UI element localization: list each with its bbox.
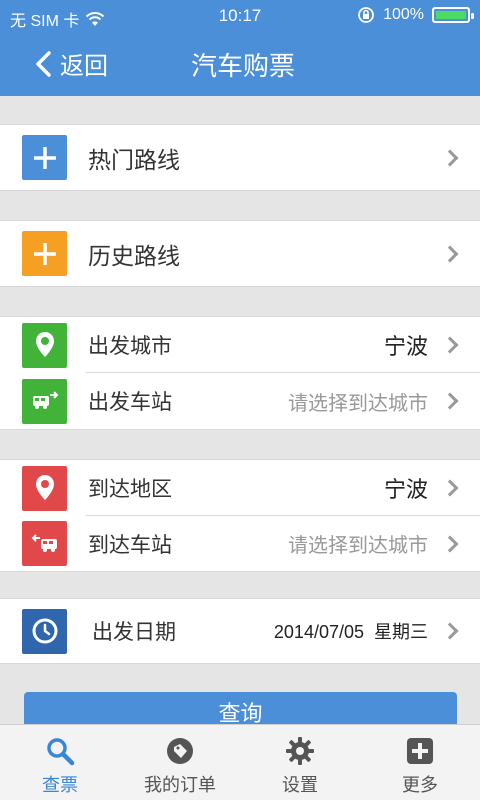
tab-label: 更多 xyxy=(402,775,438,795)
status-right: 100% xyxy=(357,6,474,24)
arrive-station-value: 请选择到达城市 xyxy=(288,535,428,557)
arrive-station-label: 到达车站 xyxy=(88,533,172,557)
back-label: 返回 xyxy=(60,53,108,80)
chevron-right-icon xyxy=(441,535,459,552)
location-pin-icon xyxy=(22,322,67,368)
tab-label: 我的订单 xyxy=(144,775,216,795)
depart-station-label: 出发车站 xyxy=(88,391,172,414)
gear-icon xyxy=(284,735,316,767)
tab-search-tickets[interactable]: 查票 xyxy=(0,725,120,800)
bus-depart-icon xyxy=(22,378,67,424)
tag-icon xyxy=(164,735,196,767)
tab-bar: 查票 我的订单 设置 更多 xyxy=(0,724,480,800)
depart-date-row[interactable]: 出发日期 2014/07/05 星期三 xyxy=(0,598,480,664)
rotation-lock-icon xyxy=(358,7,374,23)
chevron-right-icon xyxy=(441,622,459,640)
history-routes-row[interactable]: 历史路线 xyxy=(0,220,480,287)
plus-square-icon xyxy=(404,735,436,767)
depart-city-label: 出发城市 xyxy=(88,335,172,358)
clock-icon xyxy=(22,608,67,654)
bus-arrive-icon xyxy=(22,521,67,566)
chevron-left-icon xyxy=(36,50,51,77)
chevron-right-icon xyxy=(441,336,459,354)
location-pin-icon xyxy=(22,465,67,511)
hot-routes-row[interactable]: 热门路线 xyxy=(0,124,480,191)
tab-more[interactable]: 更多 xyxy=(360,725,480,800)
arrive-station-row[interactable]: 到达车站 请选择到达城市 xyxy=(0,516,480,572)
depart-station-value: 请选择到达城市 xyxy=(288,392,428,415)
query-button-label: 查询 xyxy=(218,701,263,726)
nav-bar: 汽车购票 返回 xyxy=(0,32,480,96)
tab-label: 设置 xyxy=(282,775,318,795)
tab-settings[interactable]: 设置 xyxy=(240,725,360,800)
plus-icon xyxy=(22,231,67,276)
battery-percent: 100% xyxy=(383,6,424,23)
arrive-region-row[interactable]: 到达地区 宁波 xyxy=(0,459,480,516)
history-routes-label: 历史路线 xyxy=(88,242,180,269)
status-bar: 无 SIM 卡 10:17 100% xyxy=(0,0,480,32)
search-icon xyxy=(44,735,76,767)
depart-station-row[interactable]: 出发车站 请选择到达城市 xyxy=(0,373,480,430)
battery-icon xyxy=(432,7,474,23)
header: 无 SIM 卡 10:17 100% 汽车购票 返回 xyxy=(0,0,480,96)
tab-label: 查票 xyxy=(42,775,78,795)
tab-my-orders[interactable]: 我的订单 xyxy=(120,725,240,800)
chevron-right-icon xyxy=(441,479,459,497)
chevron-right-icon xyxy=(441,392,459,410)
arrive-region-label: 到达地区 xyxy=(88,478,172,501)
back-button[interactable]: 返回 xyxy=(34,46,108,81)
arrive-region-value: 宁波 xyxy=(383,477,428,502)
depart-date-label: 出发日期 xyxy=(92,621,176,644)
depart-city-row[interactable]: 出发城市 宁波 xyxy=(0,316,480,373)
depart-city-value: 宁波 xyxy=(383,334,428,359)
chevron-right-icon xyxy=(441,149,459,166)
plus-icon xyxy=(22,135,67,180)
hot-routes-label: 热门路线 xyxy=(88,146,180,173)
depart-date-value: 2014/07/05 星期三 xyxy=(273,622,428,642)
chevron-right-icon xyxy=(441,245,459,262)
